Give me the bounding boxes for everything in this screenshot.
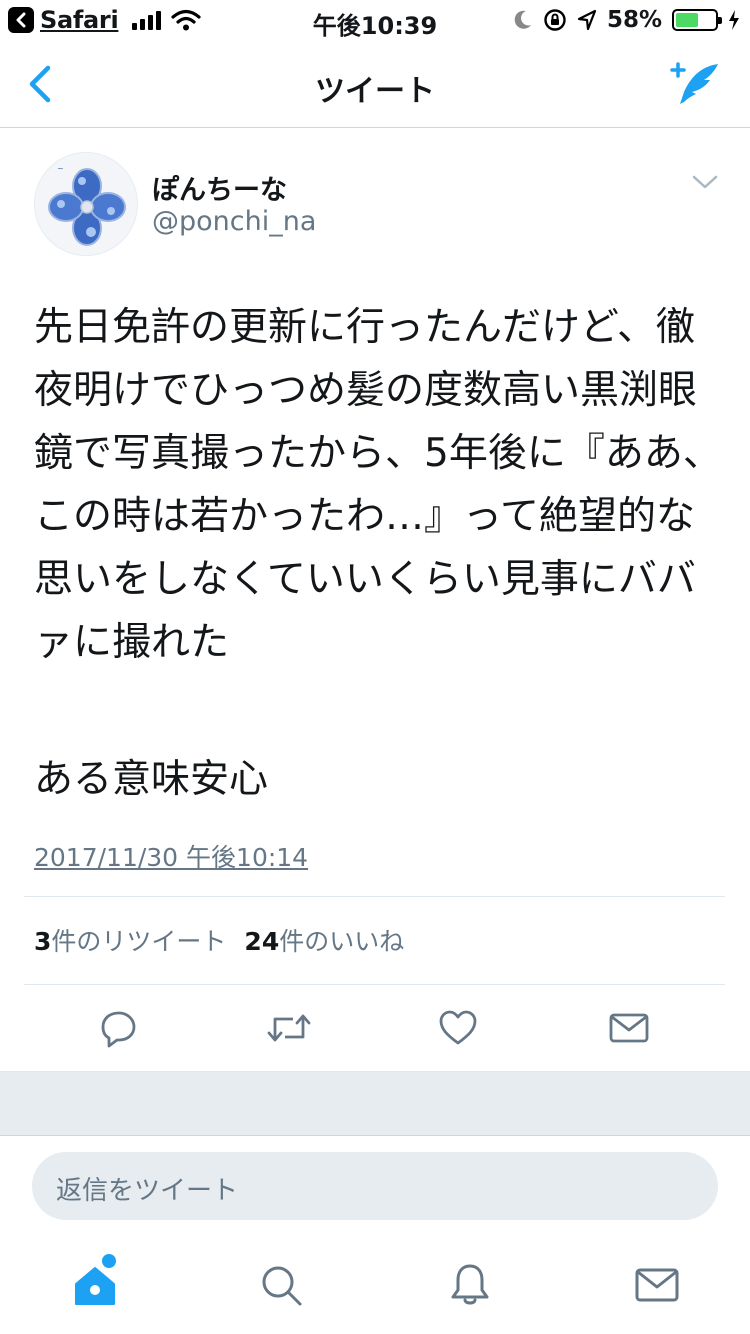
compose-tweet-button[interactable] [668, 58, 724, 108]
page-title: ツイート [315, 74, 435, 109]
compose-feather-icon [670, 62, 718, 104]
reply-icon [101, 1011, 136, 1048]
svg-text:~: ~ [57, 164, 64, 173]
tweet-header: ~ ぽんちーな @ponchi_na [34, 152, 724, 258]
heart-icon [439, 1010, 477, 1045]
retweet-icon [267, 1014, 311, 1042]
tweet-action-bar [0, 985, 750, 1071]
like-count: 24 [244, 927, 280, 956]
divider [24, 896, 725, 897]
bell-icon [451, 1264, 489, 1305]
tab-messages[interactable] [634, 1262, 680, 1308]
tab-notifications[interactable] [447, 1262, 493, 1308]
retweet-count: 3 [34, 927, 52, 956]
retweet-stat-label: 件のリツイート [51, 927, 227, 956]
navigation-bar: ツイート [0, 40, 750, 128]
screen-name[interactable]: @ponchi_na [152, 206, 316, 237]
moon-icon [514, 10, 531, 29]
display-name[interactable]: ぽんちーな [152, 168, 287, 207]
battery-percentage: 58% [606, 7, 662, 33]
home-new-dot [102, 1254, 116, 1268]
status-bar: Safari 午後10:39 58% [0, 0, 750, 40]
like-button[interactable] [437, 1007, 479, 1049]
home-icon [75, 1267, 115, 1305]
tab-home[interactable] [72, 1262, 118, 1308]
envelope-icon [609, 1013, 649, 1043]
location-arrow-icon [577, 9, 597, 31]
reply-input[interactable]: 返信をツイート [32, 1152, 718, 1220]
tweet-stats: 3件のリツイート 24件のいいね [34, 922, 404, 958]
status-right: 58% [513, 6, 740, 34]
section-separator [0, 1071, 750, 1136]
envelope-icon [635, 1268, 679, 1302]
reply-button[interactable] [97, 1007, 139, 1049]
share-dm-button[interactable] [608, 1007, 650, 1049]
avatar[interactable]: ~ [34, 152, 138, 256]
tweet-timestamp[interactable]: 2017/11/30 午後10:14 [34, 838, 308, 874]
tweet-text-second-paragraph: ある意味安心 [34, 757, 269, 802]
reply-placeholder: 返信をツイート [56, 1176, 239, 1206]
chevron-down-icon[interactable] [692, 174, 718, 190]
battery-icon [672, 9, 722, 31]
retweet-button[interactable] [265, 1007, 311, 1049]
charging-bolt-icon [729, 10, 739, 30]
like-stat-label: 件のいいね [279, 927, 405, 956]
tab-search[interactable] [258, 1262, 304, 1308]
rotation-lock-icon [544, 9, 566, 31]
retweet-stat[interactable]: 3件のリツイート [34, 922, 226, 958]
like-stat[interactable]: 24件のいいね [244, 922, 404, 958]
tweet-text: 先日免許の更新に行ったんだけど、徹夜明けでひっつめ髪の度数高い黒渕眼鏡で写真撮っ… [34, 305, 722, 665]
avatar-flower-image: ~ [35, 153, 137, 255]
search-icon [262, 1266, 302, 1306]
